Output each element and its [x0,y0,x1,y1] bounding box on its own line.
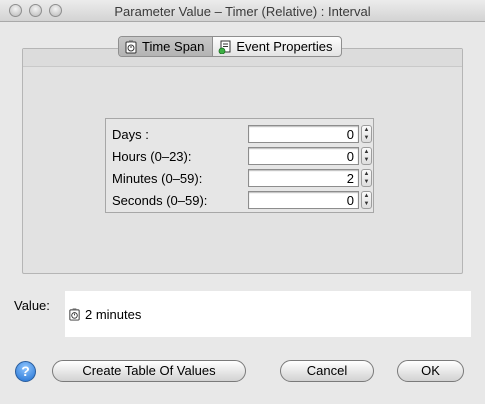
hours-input[interactable]: 0 [248,147,359,165]
hours-row: Hours (0–23): 0 ▲ ▼ [106,145,373,167]
value-display: 2 minutes [65,291,471,337]
stepper-up-icon[interactable]: ▲ [362,126,371,134]
seconds-input[interactable]: 0 [248,191,359,209]
hours-stepper[interactable]: ▲ ▼ [361,147,372,165]
value-label: Value: [14,298,50,313]
seconds-label: Seconds (0–59): [112,193,208,208]
minutes-label: Minutes (0–59): [112,171,203,186]
seconds-row: Seconds (0–59): 0 ▲ ▼ [106,189,373,211]
minutes-stepper[interactable]: ▲ ▼ [361,169,372,187]
days-input[interactable]: 0 [248,125,359,143]
create-table-of-values-button[interactable]: Create Table Of Values [52,360,246,382]
days-label: Days : [112,127,149,142]
tab-event-properties-label: Event Properties [236,39,333,54]
tab-time-span[interactable]: Time Span [119,37,213,56]
tab-bar: Time Span Event Properties [118,36,342,57]
help-button[interactable]: ? [15,361,36,382]
event-properties-icon [218,40,231,54]
minutes-input[interactable]: 2 [248,169,359,187]
tab-time-span-label: Time Span [142,39,205,54]
stepper-down-icon[interactable]: ▼ [362,156,371,164]
stepper-down-icon[interactable]: ▼ [362,178,371,186]
window-title: Parameter Value – Timer (Relative) : Int… [114,4,371,19]
stepper-up-icon[interactable]: ▲ [362,170,371,178]
timer-icon [125,40,137,53]
days-row: Days : 0 ▲ ▼ [106,123,373,145]
title-bar: Parameter Value – Timer (Relative) : Int… [0,0,485,22]
days-stepper[interactable]: ▲ ▼ [361,125,372,143]
stepper-up-icon[interactable]: ▲ [362,148,371,156]
tab-event-properties[interactable]: Event Properties [212,37,340,56]
minutes-row: Minutes (0–59): 2 ▲ ▼ [106,167,373,189]
cancel-button[interactable]: Cancel [280,360,374,382]
value-text: 2 minutes [85,307,142,322]
stepper-down-icon[interactable]: ▼ [362,200,371,208]
hours-label: Hours (0–23): [112,149,192,164]
stepper-up-icon[interactable]: ▲ [362,192,371,200]
time-span-fields: Days : 0 ▲ ▼ Hours (0–23): 0 ▲ ▼ Minutes… [105,118,374,213]
timer-icon [69,308,80,321]
dialog-window: Parameter Value – Timer (Relative) : Int… [0,0,485,404]
ok-button[interactable]: OK [397,360,464,382]
seconds-stepper[interactable]: ▲ ▼ [361,191,372,209]
stepper-down-icon[interactable]: ▼ [362,134,371,142]
